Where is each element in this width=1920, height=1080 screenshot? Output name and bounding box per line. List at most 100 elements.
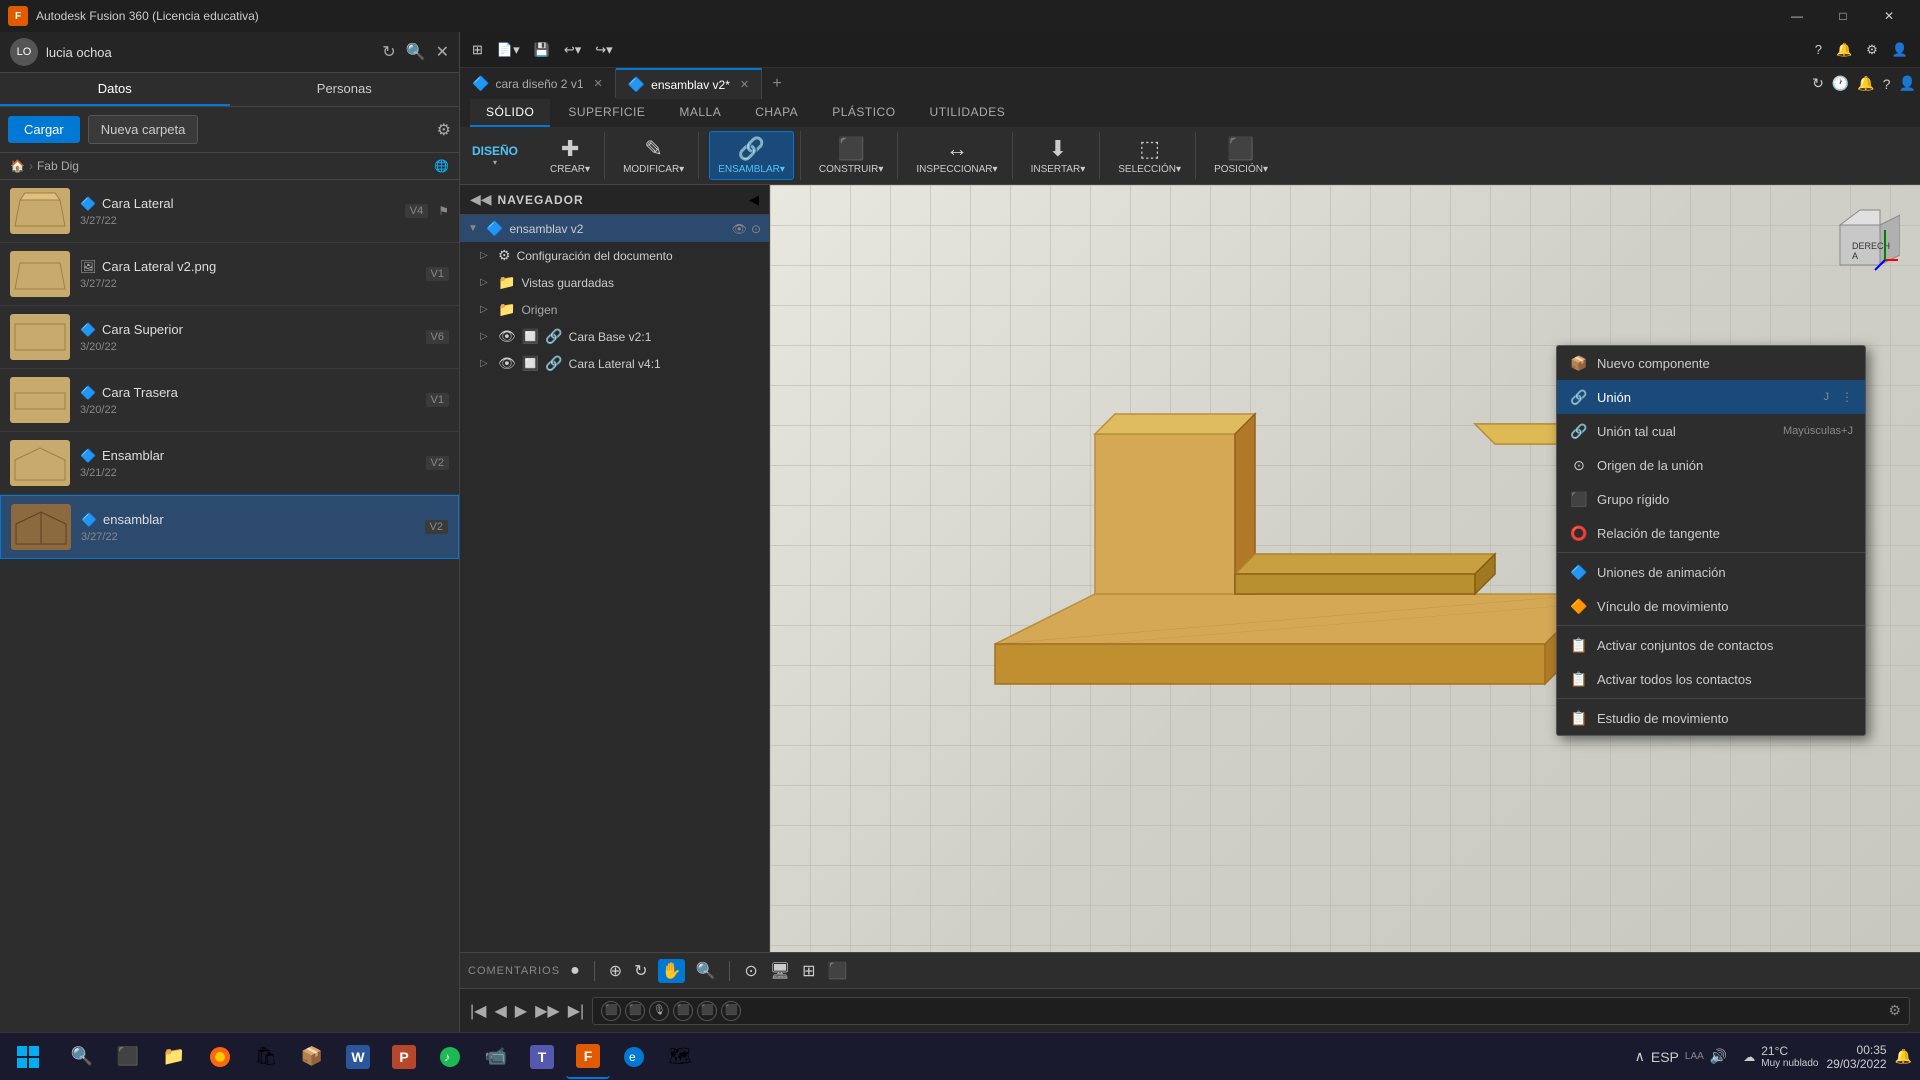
taskbar-explorer[interactable]: 📁 bbox=[152, 1035, 196, 1079]
eye-icon[interactable]: 👁 bbox=[732, 222, 747, 236]
view-cube[interactable]: DERECH A bbox=[1820, 205, 1900, 285]
timeline-track[interactable]: ⬛ ⬛ 🎙 ⬛ ⬛ ⬛ ⚙ bbox=[592, 997, 1910, 1025]
seleccion-button[interactable]: ⬚ SELECCIÓN▾ bbox=[1110, 132, 1189, 179]
ribbon-tab-chapa[interactable]: CHAPA bbox=[739, 99, 814, 127]
tab-close-icon[interactable]: ✕ bbox=[740, 78, 749, 91]
add-tab-button[interactable]: + bbox=[762, 69, 792, 99]
nav-cara-lateral-item[interactable]: ▷ 👁 🔲 🔗 Cara Lateral v4:1 bbox=[460, 350, 769, 377]
menu-activar-todos[interactable]: 📋 Activar todos los contactos bbox=[1557, 662, 1865, 696]
timeline-end-icon[interactable]: ▶| bbox=[568, 1001, 584, 1021]
timeline-icon-3[interactable]: 🎙 bbox=[649, 1001, 669, 1021]
zoom-icon[interactable]: 🔍 bbox=[693, 959, 717, 983]
tab-close-icon[interactable]: ✕ bbox=[594, 77, 603, 90]
tab-bar-refresh-icon[interactable]: ↻ bbox=[1808, 73, 1828, 94]
file-item-cara-trasera[interactable]: 🔷 Cara Trasera 3/20/22 V1 bbox=[0, 369, 459, 432]
tab-bar-user-icon[interactable]: 👤 bbox=[1895, 73, 1920, 94]
tab-bar-bell-icon[interactable]: 🔔 bbox=[1853, 73, 1878, 94]
file-item-ensamblar-active[interactable]: 🔷 ensamblar 3/27/22 V2 bbox=[0, 495, 459, 559]
viewport-3d[interactable]: DERECH A 📦 Nuevo componente bbox=[770, 185, 1920, 952]
timeline-play-icon[interactable]: ▶ bbox=[515, 1001, 527, 1021]
ribbon-tab-plastico[interactable]: PLÁSTICO bbox=[816, 99, 911, 127]
timeline-icon-4[interactable]: ⬛ bbox=[673, 1001, 693, 1021]
weather[interactable]: ☁ 21°C Muy nublado bbox=[1743, 1044, 1818, 1069]
taskbar-mail[interactable]: 📦 bbox=[290, 1035, 334, 1079]
menu-relacion-tangente[interactable]: ⭕ Relación de tangente bbox=[1557, 516, 1865, 550]
taskbar-search[interactable]: 🔍 bbox=[60, 1035, 104, 1079]
tab-datos[interactable]: Datos bbox=[0, 73, 230, 106]
file-item-cara-lateral-v2[interactable]: 🖼 Cara Lateral v2.png 3/27/22 V1 bbox=[0, 243, 459, 306]
breadcrumb-project[interactable]: Fab Dig bbox=[37, 159, 79, 173]
toolbar-account-icon[interactable]: 👤 bbox=[1888, 40, 1912, 60]
ribbon-tab-superficie[interactable]: SUPERFICIE bbox=[552, 99, 661, 127]
ensamblar-button[interactable]: 🔗 ENSAMBLAR▾ bbox=[709, 131, 794, 180]
menu-uniones-animacion[interactable]: 🔷 Uniones de animación bbox=[1557, 555, 1865, 589]
display-icon[interactable]: 🖥 bbox=[768, 959, 792, 983]
crear-button[interactable]: ✚ CREAR▾ bbox=[542, 132, 598, 179]
menu-estudio-movimiento[interactable]: 📋 Estudio de movimiento bbox=[1557, 701, 1865, 735]
breadcrumb-home[interactable]: 🏠 bbox=[10, 159, 25, 173]
tab-bar-help-icon[interactable]: ? bbox=[1879, 74, 1895, 94]
menu-nuevo-componente[interactable]: 📦 Nuevo componente bbox=[1557, 346, 1865, 380]
taskbar-maps[interactable]: 🗺 bbox=[658, 1035, 702, 1079]
taskbar-firefox[interactable] bbox=[198, 1035, 242, 1079]
tab-ensambla[interactable]: 🔷 ensamblav v2* ✕ bbox=[616, 68, 762, 99]
cargar-button[interactable]: Cargar bbox=[8, 116, 80, 143]
minimize-button[interactable]: — bbox=[1774, 0, 1820, 32]
close-sidebar-icon[interactable]: ✕ bbox=[436, 42, 449, 62]
taskbar-task-view[interactable]: ⬛ bbox=[106, 1035, 150, 1079]
file-version[interactable]: V6 bbox=[426, 330, 449, 344]
taskbar-teams[interactable]: T bbox=[520, 1035, 564, 1079]
ribbon-tab-utilidades[interactable]: UTILIDADES bbox=[914, 99, 1022, 127]
toolbar-file-icon[interactable]: 📄▾ bbox=[493, 40, 524, 60]
toolbar-redo-icon[interactable]: ↪▾ bbox=[591, 40, 616, 60]
menu-vinculo-movimiento[interactable]: 🔶 Vínculo de movimiento bbox=[1557, 589, 1865, 623]
taskbar-edge[interactable]: e bbox=[612, 1035, 656, 1079]
start-button[interactable] bbox=[8, 1037, 48, 1077]
insertar-button[interactable]: ⬇ INSERTAR▾ bbox=[1023, 132, 1094, 179]
posicion-button[interactable]: ⬛ POSICIÓN▾ bbox=[1206, 132, 1276, 179]
menu-origen-union[interactable]: ⊙ Origen de la unión bbox=[1557, 448, 1865, 482]
menu-more-icon[interactable]: ⋮ bbox=[1841, 390, 1853, 404]
navigator-collapse-icon[interactable]: ◀◀ bbox=[470, 191, 492, 208]
hand-icon[interactable]: ✋ bbox=[658, 959, 686, 983]
taskbar-powerpoint[interactable]: P bbox=[382, 1035, 426, 1079]
timeline-gear-icon[interactable]: ⚙ bbox=[1888, 1002, 1901, 1019]
timeline-icon-2[interactable]: ⬛ bbox=[625, 1001, 645, 1021]
nav-config-item[interactable]: ▷ ⚙ Configuración del documento bbox=[460, 242, 769, 269]
taskbar-word[interactable]: W bbox=[336, 1035, 380, 1079]
taskbar-store[interactable]: 🛍 bbox=[244, 1035, 288, 1079]
timeline-icon-5[interactable]: ⬛ bbox=[697, 1001, 717, 1021]
toolbar-undo-icon[interactable]: ↩▾ bbox=[560, 40, 585, 60]
nav-cara-base-item[interactable]: ▷ 👁 🔲 🔗 Cara Base v2:1 bbox=[460, 323, 769, 350]
menu-union[interactable]: 🔗 Unión J ⋮ bbox=[1557, 380, 1865, 414]
file-version[interactable]: V1 bbox=[426, 267, 449, 281]
nav-vistas-item[interactable]: ▷ 📁 Vistas guardadas bbox=[460, 269, 769, 296]
menu-grupo-rigido[interactable]: ⬛ Grupo rígido bbox=[1557, 482, 1865, 516]
circle-icon[interactable]: ● bbox=[568, 960, 582, 982]
timeline-icon-6[interactable]: ⬛ bbox=[721, 1001, 741, 1021]
toolbar-notification-icon[interactable]: 🔔 bbox=[1832, 40, 1856, 60]
timeline-next-icon[interactable]: ▶▶ bbox=[535, 1001, 560, 1021]
timeline-prev-icon[interactable]: ◀ bbox=[494, 1001, 506, 1021]
taskbar-fusion[interactable]: F bbox=[566, 1035, 610, 1079]
nav-origen-item[interactable]: ▷ 📁 Origen bbox=[460, 296, 769, 323]
tab-bar-clock-icon[interactable]: 🕐 bbox=[1828, 73, 1853, 94]
modificar-button[interactable]: ✎ MODIFICAR▾ bbox=[615, 132, 692, 179]
inspeccionar-button[interactable]: ↔ INSPECCIONAR▾ bbox=[908, 132, 1005, 179]
menu-union-tal-cual[interactable]: 🔗 Unión tal cual Mayúsculas+J bbox=[1557, 414, 1865, 448]
toolbar-settings-icon[interactable]: ⚙ bbox=[1862, 40, 1882, 60]
navigator-expand-icon[interactable]: ◀ bbox=[749, 192, 759, 208]
file-version[interactable]: V2 bbox=[425, 520, 448, 534]
rotate-icon[interactable]: ↻ bbox=[632, 959, 649, 983]
file-item-ensamblar[interactable]: 🔷 Ensamblar 3/21/22 V2 bbox=[0, 432, 459, 495]
taskbar-zoom[interactable]: 📹 bbox=[474, 1035, 518, 1079]
settings-icon[interactable]: ⚙ bbox=[437, 120, 451, 140]
ribbon-tab-solido[interactable]: SÓLIDO bbox=[470, 99, 550, 127]
toolbar-save-icon[interactable]: 💾 bbox=[530, 40, 554, 60]
navigator-root-item[interactable]: ▼ 🔷 ensamblav v2 👁 ⊙ bbox=[460, 215, 769, 242]
search-icon[interactable]: 🔍 bbox=[406, 42, 426, 62]
chevron-up-icon[interactable]: ∧ bbox=[1635, 1048, 1645, 1065]
orbit-icon[interactable]: ⊙ bbox=[742, 959, 759, 983]
network-icon[interactable]: ESP bbox=[1651, 1049, 1679, 1065]
volume-icon[interactable]: 🔊 bbox=[1710, 1048, 1727, 1065]
